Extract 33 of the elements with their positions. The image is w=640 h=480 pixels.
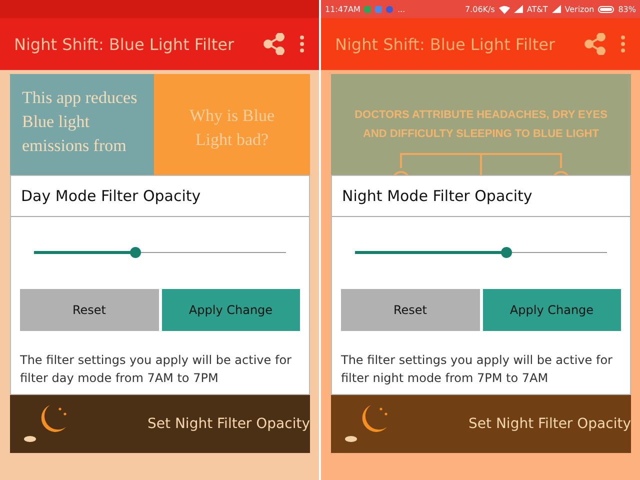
- tile-text: This app reduces Blue light emissions from: [22, 87, 138, 157]
- share-icon[interactable]: [584, 33, 606, 55]
- share-icon[interactable]: [263, 33, 285, 55]
- battery-percent: 83%: [618, 4, 636, 14]
- carrier-name: Verizon: [564, 4, 594, 14]
- more-icon[interactable]: [620, 35, 626, 53]
- dialog-note: The filter settings you apply will be active for filter night mode from 7PM to 7AM: [341, 352, 614, 387]
- banner-text: Set Night Filter Opacity: [148, 416, 310, 432]
- battery-icon: [598, 6, 614, 12]
- wifi-icon: [498, 4, 510, 14]
- banner-text: Set Night Filter Opacity: [468, 416, 631, 432]
- dialog-note: The filter settings you apply will be active for filter day mode from 7AM to 7PM: [20, 352, 292, 387]
- tile-text: Why is Blue Light bad?: [188, 105, 276, 151]
- signal-icon: [552, 5, 561, 13]
- reset-button[interactable]: Reset: [20, 289, 158, 331]
- dialog-title: Day Mode Filter Opacity: [11, 176, 309, 217]
- status-time: 11:47AM: [325, 4, 360, 14]
- apply-button[interactable]: Apply Change: [482, 289, 621, 331]
- status-more: ...: [397, 4, 406, 14]
- more-icon[interactable]: [299, 35, 305, 53]
- app-title: Night Shift: Blue Light Filter: [14, 34, 236, 54]
- dialog-title: Night Mode Filter Opacity: [332, 176, 630, 217]
- app-title: Night Shift: Blue Light Filter: [335, 34, 556, 54]
- reset-button[interactable]: Reset: [341, 289, 480, 331]
- opacity-slider[interactable]: [34, 246, 286, 260]
- opacity-slider[interactable]: [355, 246, 607, 260]
- poster-text: DOCTORS ATTRIBUTE HEADACHES, DRY EYES AND DIFFICULTY SLEEPING TO BLUE LIGHT: [354, 108, 608, 142]
- signal-icon: [514, 5, 523, 13]
- night-filter-banner[interactable]: Set Night Filter Opacity: [10, 395, 310, 453]
- night-filter-banner[interactable]: Set Night Filter Opacity: [331, 395, 631, 453]
- carrier-name: AT&T: [526, 4, 548, 14]
- apply-button[interactable]: Apply Change: [162, 289, 300, 331]
- network-speed: 7.06K/s: [464, 4, 495, 14]
